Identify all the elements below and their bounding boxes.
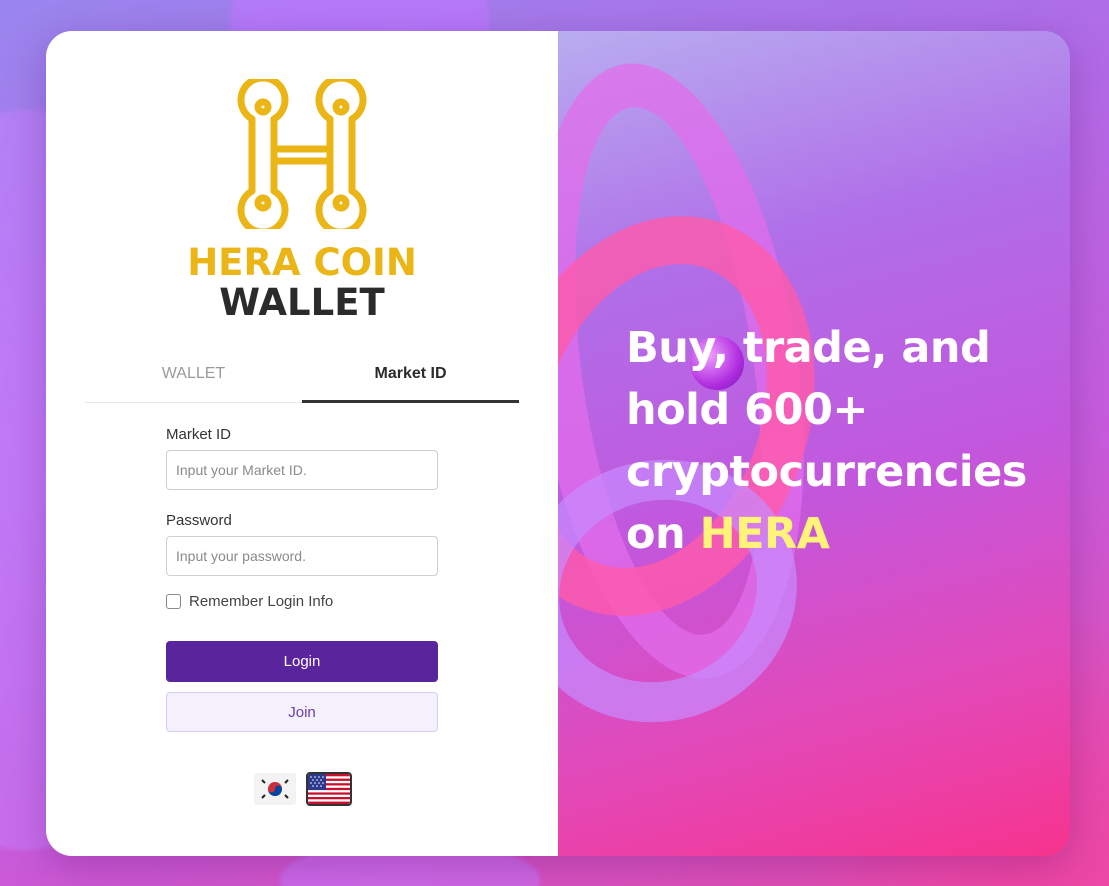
- promo-line: on HERA: [626, 503, 1046, 565]
- tab-wallet[interactable]: WALLET: [85, 353, 302, 402]
- language-selector: [254, 772, 352, 806]
- brand-name: HERA COIN: [187, 241, 417, 284]
- promo-line: cryptocurrencies: [626, 447, 1027, 497]
- hera-h-logo-icon: [237, 79, 367, 229]
- promo-line: hold 600+: [626, 385, 868, 435]
- tab-market-id[interactable]: Market ID: [302, 353, 519, 403]
- market-id-label: Market ID: [166, 426, 232, 443]
- promo-prefix: on: [626, 509, 700, 559]
- us-flag-icon[interactable]: [306, 772, 352, 806]
- korean-flag-icon[interactable]: [254, 773, 296, 805]
- join-button[interactable]: Join: [166, 692, 438, 732]
- password-input[interactable]: [166, 536, 438, 576]
- login-panel: HERA COIN WALLET WALLET Market ID Market…: [46, 31, 558, 856]
- promo-highlight: HERA: [699, 509, 830, 559]
- brand-subtitle: WALLET: [219, 281, 385, 324]
- login-form: Market ID Password Remember Login Info L…: [166, 426, 438, 732]
- promo-line: Buy, trade, and: [626, 323, 991, 373]
- password-label: Password: [166, 512, 232, 529]
- login-button[interactable]: Login: [166, 641, 438, 682]
- promo-headline: Buy, trade, and hold 600+ cryptocurrenci…: [626, 317, 1046, 565]
- login-tabs: WALLET Market ID: [85, 353, 519, 403]
- remember-login-label[interactable]: Remember Login Info: [189, 593, 333, 610]
- promo-panel: Buy, trade, and hold 600+ cryptocurrenci…: [558, 31, 1070, 856]
- market-id-input[interactable]: [166, 450, 438, 490]
- remember-login-checkbox[interactable]: [166, 594, 181, 609]
- remember-login-row: Remember Login Info: [166, 593, 438, 610]
- login-card: HERA COIN WALLET WALLET Market ID Market…: [46, 31, 1070, 856]
